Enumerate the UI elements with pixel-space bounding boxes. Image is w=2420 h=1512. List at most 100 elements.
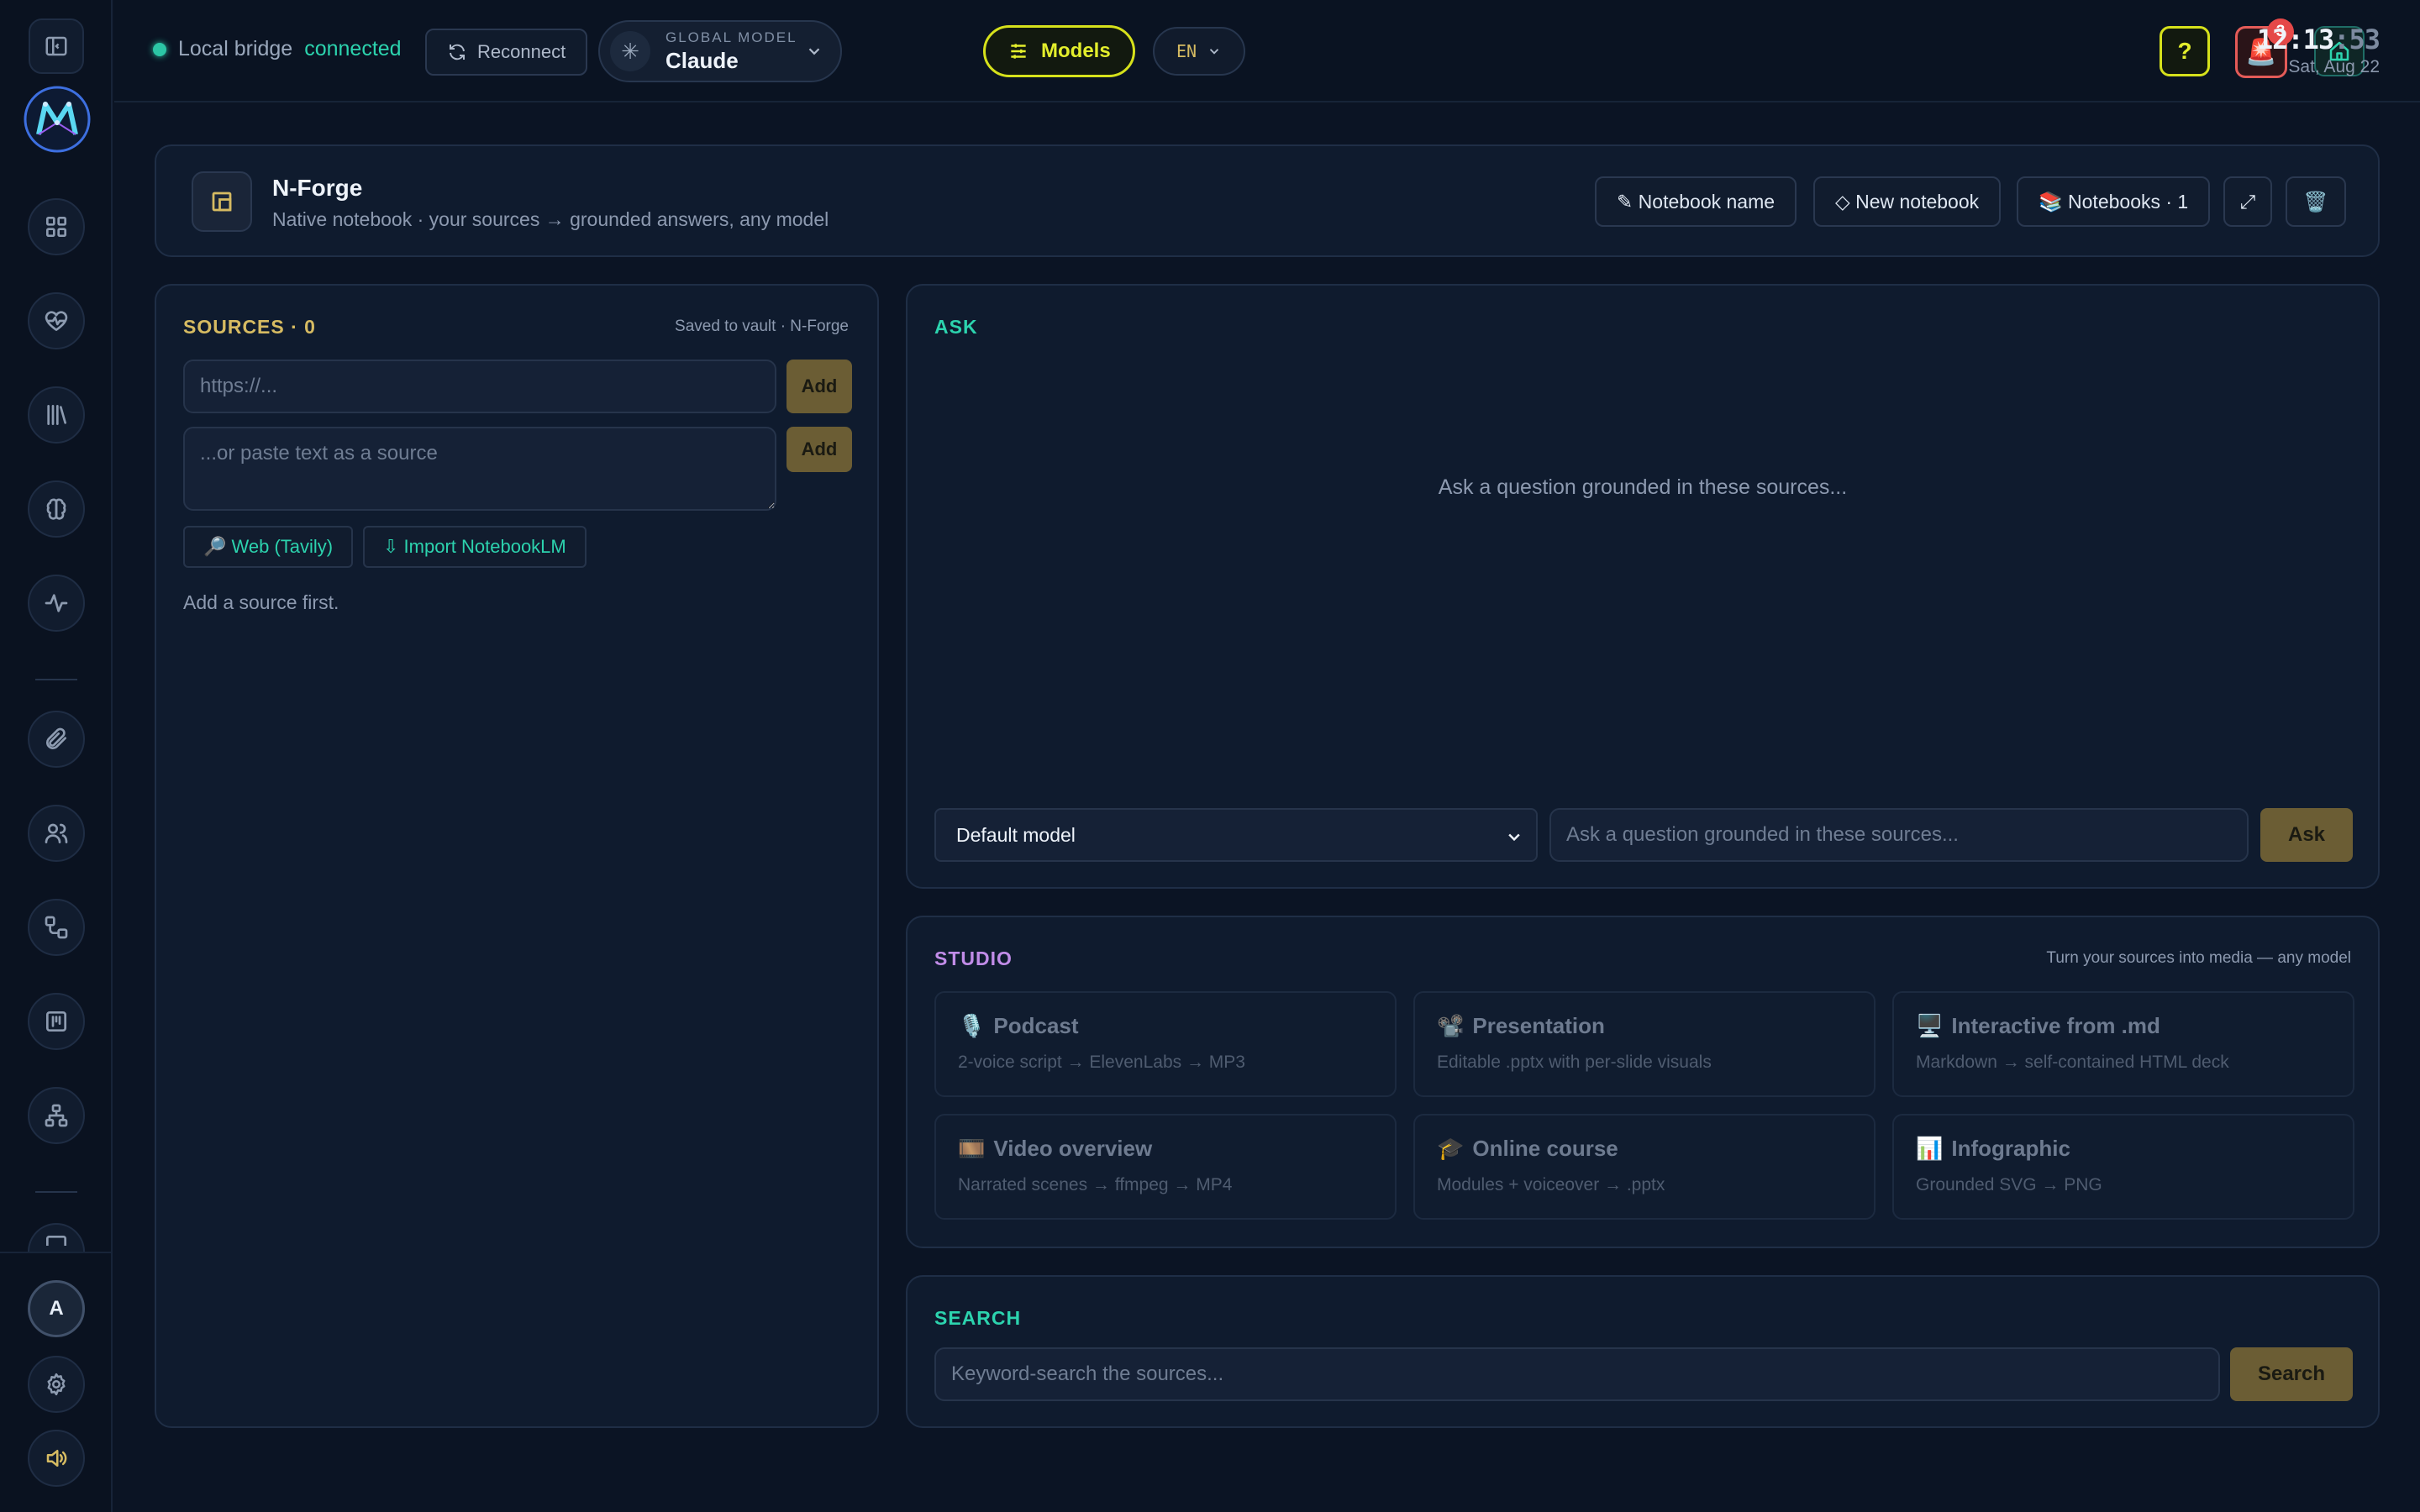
sidebar-item-users[interactable]	[28, 805, 85, 862]
sources-panel: SOURCES · 0 Saved to vault · N-Forge Add…	[155, 284, 879, 1428]
bridge-status-value: connected	[304, 37, 402, 60]
search-input[interactable]	[934, 1347, 2220, 1401]
sidebar-item-brain[interactable]	[28, 480, 85, 538]
sidebar-item-attachments[interactable]	[28, 711, 85, 768]
workflow-icon	[45, 916, 68, 939]
kanban-icon	[46, 1011, 66, 1032]
delete-notebook-button[interactable]: 🗑️	[2286, 176, 2346, 227]
desktop-icon: 🖥️	[1916, 1013, 1944, 1038]
new-notebook-button[interactable]: ◇ New notebook	[1813, 176, 2002, 227]
sidebar-footer-divider	[0, 1252, 111, 1253]
ask-panel: ASK Ask a question grounded in these sou…	[906, 284, 2380, 889]
notebook-name-button[interactable]: ✎ Notebook name	[1595, 176, 1797, 227]
dashboard-icon	[45, 217, 66, 237]
sources-empty-note: Add a source first.	[183, 591, 339, 613]
notebook-icon	[192, 171, 252, 232]
paperclip-icon	[46, 727, 66, 749]
studio-card-subtitle: Narrated scenes → ffmpeg → MP4	[958, 1175, 1233, 1194]
page-subtitle: Native notebook · your sources → grounde…	[272, 208, 829, 230]
bridge-status-label: Local bridge	[178, 37, 293, 60]
studio-title: STUDIO	[934, 948, 1013, 969]
studio-card-presentation[interactable]: 📽️ Presentation Editable .pptx with per-s…	[1413, 991, 1876, 1097]
studio-card-title: Infographic	[1951, 1136, 2070, 1161]
sidebar-item-health[interactable]	[28, 292, 85, 349]
chevron-down-icon	[1209, 49, 1219, 55]
sidebar: A	[0, 0, 113, 1512]
page-title: N-Forge	[272, 175, 363, 201]
settings-button[interactable]	[28, 1356, 85, 1413]
studio-card-online-course[interactable]: 🎓 Online course Modules + voiceover → .pp…	[1413, 1114, 1876, 1220]
help-button[interactable]: ?	[2160, 26, 2210, 76]
add-url-button[interactable]: Add	[786, 360, 852, 413]
studio-card-subtitle: Markdown → self-contained HTML deck	[1916, 1053, 2229, 1072]
film-icon: 🎞️	[958, 1136, 986, 1161]
studio-card-subtitle: Editable .pptx with per-slide visuals	[1437, 1053, 1712, 1072]
bar-chart-icon: 📊	[1916, 1136, 1944, 1161]
monitor-icon	[46, 1236, 66, 1246]
studio-note: Turn your sources into media — any model	[2046, 949, 2351, 967]
studio-card-podcast[interactable]: 🎙️ Podcast 2-voice script → ElevenLabs → …	[934, 991, 1397, 1097]
speaker-icon	[46, 1450, 67, 1467]
ask-question-input[interactable]	[1549, 808, 2249, 862]
reconnect-label: Reconnect	[477, 41, 566, 62]
studio-card-subtitle: Grounded SVG → PNG	[1916, 1175, 2102, 1194]
panel-left-icon	[45, 36, 67, 56]
ask-button[interactable]: Ask	[2260, 808, 2353, 862]
notebook-header: N-Forge Native notebook · your sources →…	[155, 144, 2380, 257]
studio-card-title: Online course	[1472, 1136, 1618, 1161]
import-notebooklm-button[interactable]: ⇩ Import NotebookLM	[363, 526, 587, 568]
source-text-input[interactable]	[183, 427, 776, 511]
clock: 12:13:53 Sat, Aug 22	[2256, 24, 2381, 77]
studio-card-infographic[interactable]: 📊 Infographic Grounded SVG → PNG	[1892, 1114, 2354, 1220]
sound-button[interactable]	[28, 1430, 85, 1487]
projector-icon: 📽️	[1437, 1013, 1465, 1038]
notebooks-list-button[interactable]: 📚 Notebooks · 1	[2017, 176, 2211, 227]
ask-empty-state: Ask a question grounded in these sources…	[1438, 475, 1848, 499]
studio-card-title: Video overview	[993, 1136, 1153, 1161]
ask-model-select[interactable]: Default model	[934, 808, 1538, 862]
sidebar-item-org-chart[interactable]	[28, 1087, 85, 1144]
studio-card-video-overview[interactable]: 🎞️ Video overview Narrated scenes → ffmpe…	[934, 1114, 1397, 1220]
users-icon	[45, 823, 68, 843]
global-model-selector[interactable]: ✳ GLOBAL MODEL Claude	[598, 20, 842, 82]
sidebar-item-activity[interactable]	[28, 575, 85, 632]
sidebar-divider	[35, 1191, 77, 1193]
studio-card-interactive-md[interactable]: 🖥️ Interactive from .md Markdown → self-c…	[1892, 991, 2354, 1097]
language-selector[interactable]: EN	[1153, 27, 1245, 76]
studio-card-subtitle: 2-voice script → ElevenLabs → MP3	[958, 1053, 1245, 1072]
clock-time: 12:13	[2256, 24, 2334, 55]
avatar[interactable]: A	[28, 1280, 85, 1337]
sparkle-icon: ✳	[610, 31, 650, 71]
search-button[interactable]: Search	[2230, 1347, 2353, 1401]
org-chart-icon	[45, 1104, 68, 1127]
global-model-value: Claude	[666, 47, 739, 73]
sources-title: SOURCES · 0	[183, 316, 316, 338]
library-icon	[47, 405, 66, 425]
sidebar-divider	[35, 679, 77, 680]
expand-button[interactable]: ⤢	[2223, 176, 2272, 227]
bridge-status: Local bridge connected	[153, 37, 402, 61]
gear-icon	[47, 1373, 66, 1396]
models-label: Models	[1041, 39, 1111, 62]
sidebar-item-kanban[interactable]	[28, 993, 85, 1050]
clock-date: Sat, Aug 22	[2288, 57, 2380, 76]
web-tavily-button[interactable]: 🔎 Web (Tavily)	[183, 526, 354, 568]
studio-panel: STUDIO Turn your sources into media — an…	[906, 916, 2380, 1248]
sidebar-item-library[interactable]	[28, 386, 85, 444]
app-logo[interactable]	[22, 84, 92, 155]
add-text-button[interactable]: Add	[786, 427, 852, 472]
sidebar-item-workflow[interactable]	[28, 899, 85, 956]
activity-icon	[45, 594, 68, 612]
studio-card-title: Presentation	[1472, 1013, 1605, 1038]
source-url-input[interactable]	[183, 360, 776, 413]
sidebar-item-dashboard[interactable]	[28, 198, 85, 255]
sidebar-item-monitor[interactable]	[28, 1223, 85, 1253]
global-model-label: GLOBAL MODEL	[666, 29, 797, 45]
reconnect-button[interactable]: Reconnect	[425, 29, 588, 76]
clock-seconds: :53	[2333, 24, 2381, 55]
microphone-icon: 🎙️	[958, 1013, 986, 1038]
graduation-cap-icon: 🎓	[1437, 1136, 1465, 1161]
sidebar-toggle-button[interactable]	[29, 18, 84, 74]
ask-title: ASK	[934, 316, 978, 338]
models-button[interactable]: Models	[983, 25, 1135, 77]
